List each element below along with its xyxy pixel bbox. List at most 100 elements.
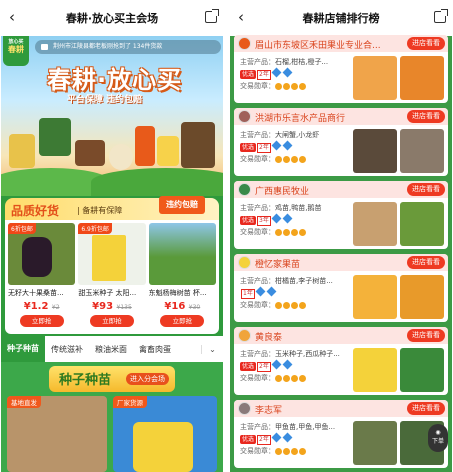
tab-poultry-meat[interactable]: 禽畜肉蛋 <box>133 344 177 355</box>
diamond-icon <box>282 432 293 443</box>
seed-card[interactable]: 基地直发 <box>7 396 107 472</box>
medal-icon <box>275 447 282 455</box>
enter-subvenue-button[interactable]: 进入分会场 <box>126 373 169 385</box>
medal-icon <box>299 447 306 455</box>
section-header: 品质好货 | 备耕有保障 违约包赔 <box>5 196 219 220</box>
tab-grain-oil[interactable]: 粮油米面 <box>89 344 133 355</box>
medal-icon <box>283 228 290 236</box>
diamond-icon <box>271 140 282 151</box>
shop-product-image[interactable] <box>400 348 444 392</box>
diamond-icon <box>271 67 282 78</box>
shop-info: 主营产品：鸡苗,鸭苗,鹅苗 优选 3年 交易勋章： <box>240 204 322 236</box>
medal-icon <box>283 447 290 455</box>
shop-header: 广西惠民牧业 进店看看 <box>234 181 448 198</box>
shop-product-image[interactable] <box>353 56 397 100</box>
medal-icon <box>275 374 282 382</box>
shop-product-image[interactable] <box>400 275 444 319</box>
shop-product-image[interactable] <box>353 129 397 173</box>
enter-shop-button[interactable]: 进店看看 <box>407 402 445 415</box>
back-icon[interactable]: ‹ <box>9 9 15 25</box>
shop-card[interactable]: 广西惠民牧业 进店看看主营产品：鸡苗,鸭苗,鹅苗 优选 3年 交易勋章： <box>234 181 448 249</box>
shop-info: 主营产品：大闸蟹,小龙虾 优选 2年 交易勋章： <box>240 131 320 163</box>
shop-info: 主营产品：柑橘苗,李子树苗... 1年 交易勋章： <box>240 277 333 309</box>
diamond-icon <box>282 140 293 151</box>
shop-card[interactable]: 李志军 进店看看主营产品：甲鱼苗,甲鱼,甲鱼... 优选 2年 交易勋章： <box>234 400 448 468</box>
shop-card[interactable]: 橙忆家果苗 进店看看 主营产品：柑橘苗,李子树苗... 1年 交易勋章： <box>234 254 448 322</box>
seed-card[interactable]: 厂家货源 <box>113 396 217 472</box>
shop-name: 广西惠民牧业 <box>255 187 310 197</box>
product-image <box>148 223 216 285</box>
order-ticker: 荆州市江陵县都老板刚抢到了 134件货款 <box>35 40 221 54</box>
enter-shop-button[interactable]: 进店看看 <box>407 37 445 50</box>
shop-product-image[interactable] <box>353 348 397 392</box>
preferred-badge: 优选 <box>240 70 257 79</box>
product-price: ¥93 ¥135 <box>92 301 132 312</box>
medal-icon <box>291 82 298 90</box>
product-card[interactable]: 东魁杨梅树苗 杯... ¥16 ¥30 立即抢 <box>148 223 216 331</box>
enter-shop-button[interactable]: 进店看看 <box>407 110 445 123</box>
shop-photos <box>353 348 444 392</box>
preferred-badge: 优选 <box>240 362 257 371</box>
shop-product-image[interactable] <box>400 56 444 100</box>
medal-icon <box>283 155 290 163</box>
years-badge: 3年 <box>257 216 271 226</box>
tab-seeds[interactable]: 种子种苗 <box>1 336 45 362</box>
buy-now-button[interactable]: 立即抢 <box>160 315 205 327</box>
product-price: ¥1.2 ¥2 <box>23 301 60 312</box>
enter-shop-button[interactable]: 进店看看 <box>407 256 445 269</box>
shop-card[interactable]: 洪湖市乐言水产品商行 进店看看主营产品：大闸蟹,小龙虾 优选 2年 交易勋章： <box>234 108 448 176</box>
medal-icon <box>291 447 298 455</box>
shop-name: 洪湖市乐言水产品商行 <box>255 114 346 124</box>
share-icon[interactable] <box>205 9 219 23</box>
floating-order-button[interactable]: ◉ 下单 <box>428 424 448 452</box>
shop-product-image[interactable] <box>400 202 444 246</box>
shop-product-image[interactable] <box>353 421 397 465</box>
chevron-down-icon[interactable]: ⌄ <box>201 344 223 354</box>
share-icon[interactable] <box>434 9 448 23</box>
product-name: 无籽大十果桑苗... <box>8 289 64 297</box>
shop-name: 黄良泰 <box>255 333 283 343</box>
shop-ranking-screen: ‹ 春耕店铺排行榜 眉山市东坡区禾田果业专业合... 进店看看 主营产品：石榴,柑桔… <box>230 0 452 472</box>
medal-icon <box>299 82 306 90</box>
cart-icon: ◉ <box>435 429 441 436</box>
shop-product-image[interactable] <box>353 202 397 246</box>
seed-section: 种子种苗 进入分会场 基地直发 厂家货源 <box>1 362 223 472</box>
medal-icon <box>299 155 306 163</box>
campaign-badge: 放心买 春耕 <box>3 36 29 66</box>
diamond-icon <box>282 213 293 224</box>
buy-now-button[interactable]: 立即抢 <box>89 315 134 327</box>
medal-icon <box>275 228 282 236</box>
shop-card[interactable]: 黄良泰 进店看看 主营产品：玉米种子,西瓜种子... 优选 2年 交易勋章： <box>234 327 448 395</box>
main-products: 柑橘苗,李子树苗... <box>275 277 333 285</box>
main-products: 大闸蟹,小龙虾 <box>275 131 320 139</box>
diamond-icon <box>271 359 282 370</box>
page-title: 春耕店铺排行榜 <box>302 12 380 25</box>
preferred-badge: 优选 <box>240 216 257 225</box>
hero-products-illustration <box>1 114 223 196</box>
shop-photos <box>353 56 444 100</box>
buy-now-button[interactable]: 立即抢 <box>19 315 64 327</box>
medal-icon <box>299 374 306 382</box>
shop-product-image[interactable] <box>353 275 397 319</box>
back-icon[interactable]: ‹ <box>238 9 244 25</box>
enter-shop-button[interactable]: 进店看看 <box>407 329 445 342</box>
tab-tonic[interactable]: 传统滋补 <box>45 344 89 355</box>
product-card[interactable]: 6.9折包邮 甜玉米种子 太阳... ¥93 ¥135 立即抢 <box>78 223 146 331</box>
medal-icon <box>275 82 282 90</box>
hero-title: 春耕·放心买 <box>47 66 183 94</box>
shop-product-image[interactable] <box>400 129 444 173</box>
shop-name: 李志军 <box>255 406 283 416</box>
seed-section-title: 种子种苗 <box>59 373 112 388</box>
shop-card[interactable]: 眉山市东坡区禾田果业专业合... 进店看看 主营产品：石榴,柑桔,橙子... 优选 2年… <box>234 35 448 103</box>
medal-icon <box>291 228 298 236</box>
medal-icon <box>283 82 290 90</box>
shop-info: 主营产品：甲鱼苗,甲鱼,甲鱼... 优选 2年 交易勋章： <box>240 423 336 455</box>
enter-shop-button[interactable]: 进店看看 <box>407 183 445 196</box>
product-card[interactable]: 6折包邮 无籽大十果桑苗... ¥1.2 ¥2 立即抢 <box>8 223 76 331</box>
hero-banner: 放心买 春耕 荆州市江陵县都老板刚抢到了 134件货款 春耕·放心买 平台保障 违… <box>1 36 223 196</box>
medal-icon <box>283 374 290 382</box>
medal-icon <box>275 155 282 163</box>
hero-slogan: 平台保障 违约包赔 <box>67 95 143 105</box>
product-image: 6.9折包邮 <box>78 223 146 285</box>
main-venue-screen: ‹ 春耕·放心买主会场 放心买 春耕 荆州市江陵县都老板刚抢到了 134件货款 春… <box>1 0 223 472</box>
